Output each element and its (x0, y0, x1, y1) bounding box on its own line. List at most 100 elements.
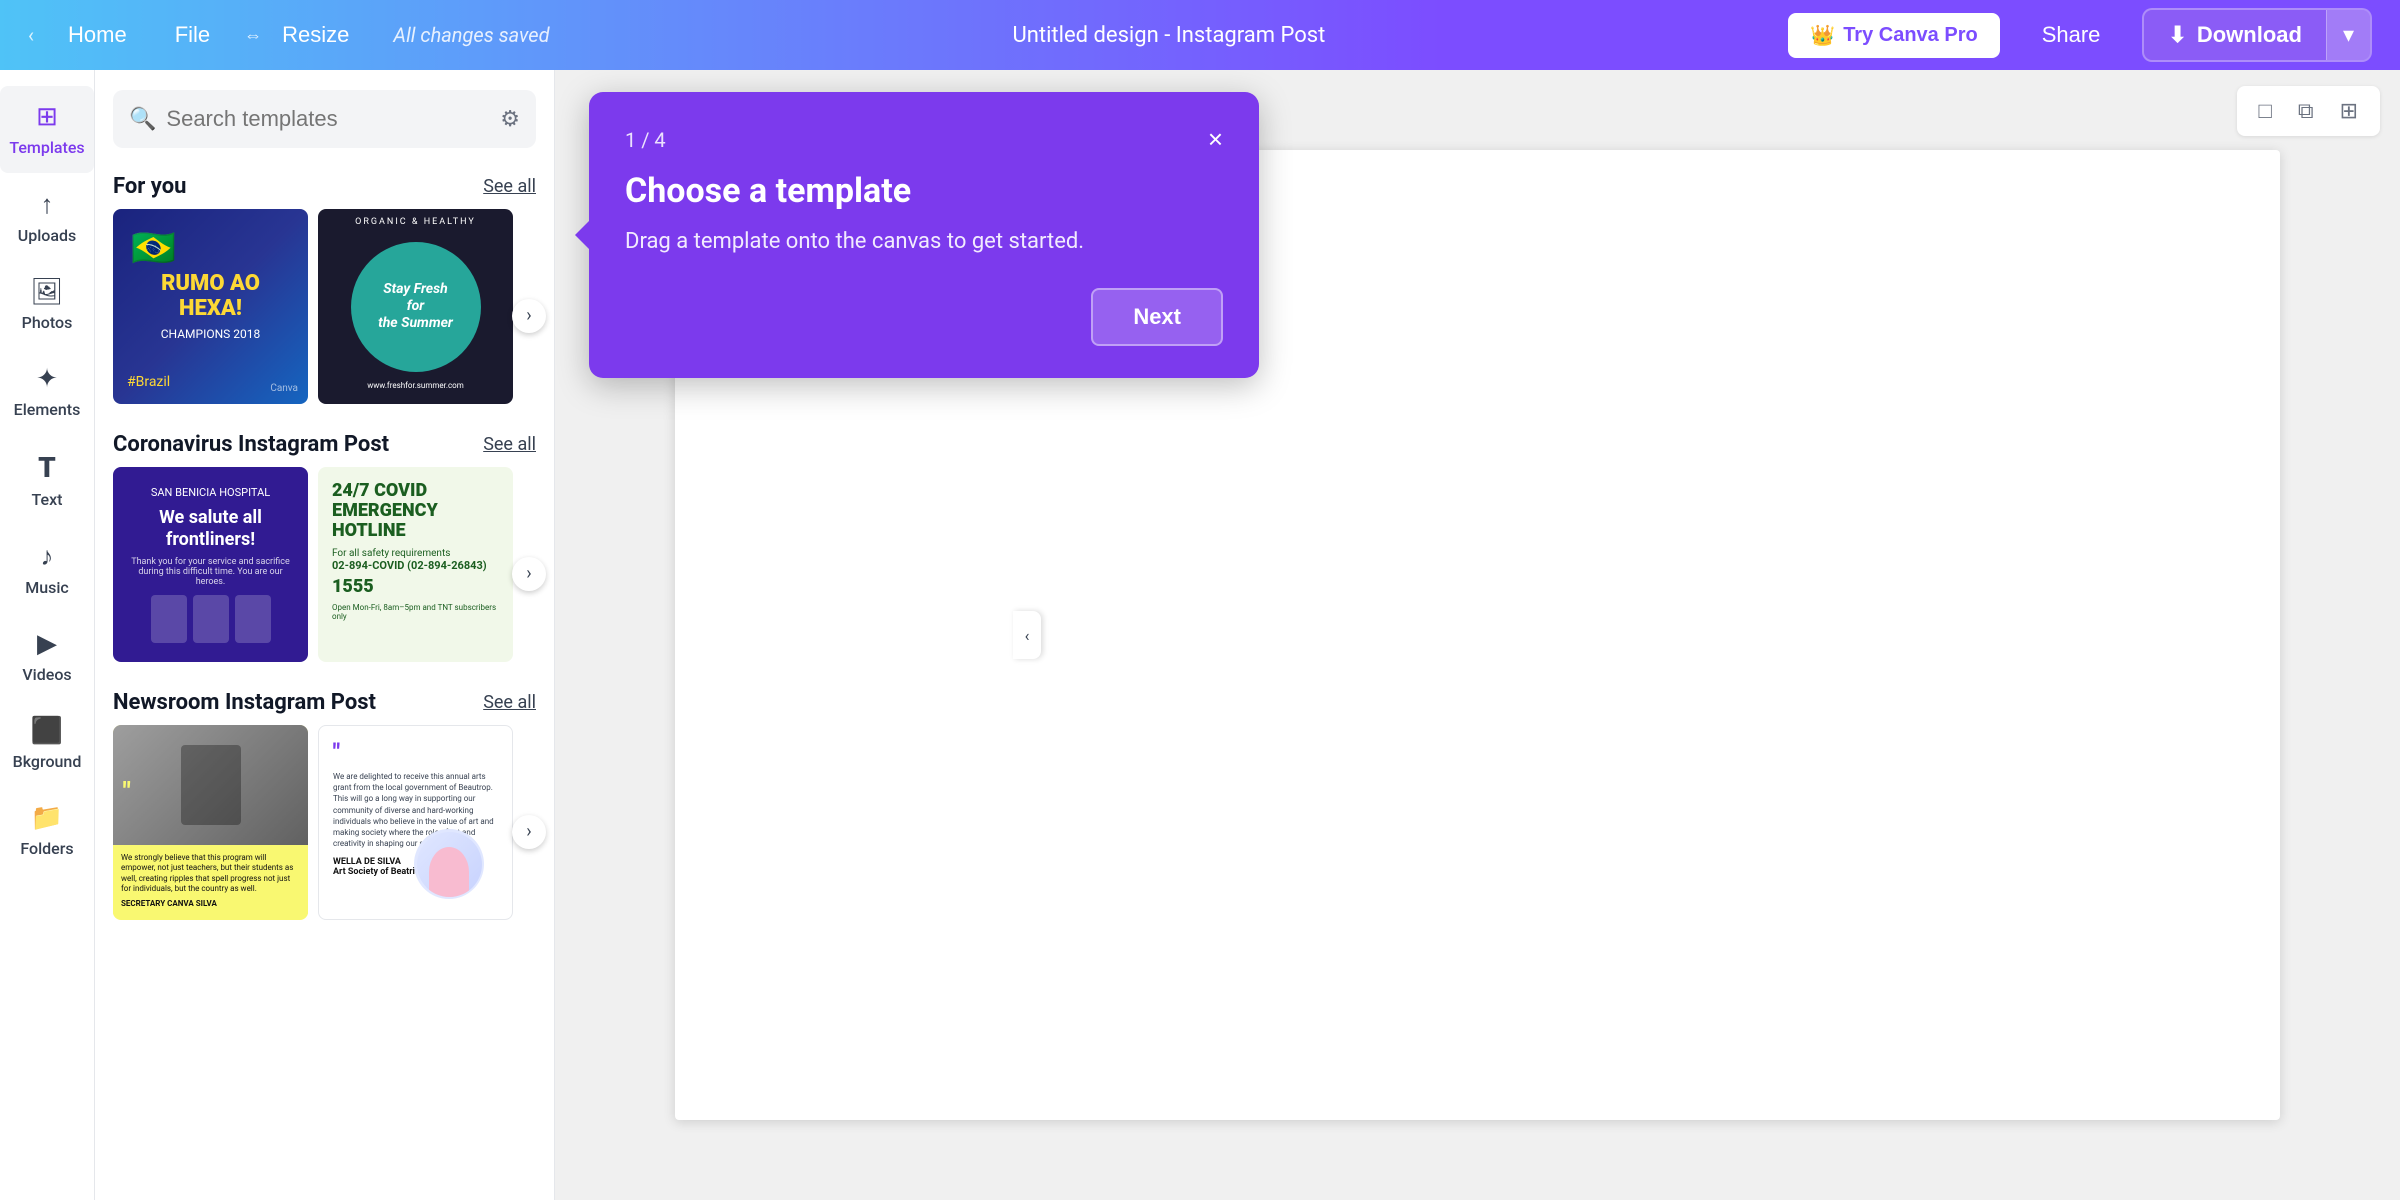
for-you-header: For you See all (95, 164, 554, 209)
covid2-hotline: For all safety requirements (332, 548, 499, 559)
news1-quote-mark: " (123, 777, 131, 805)
popup-top: 1 / 4 × (625, 124, 1223, 155)
templates-icon: ⊞ (36, 102, 58, 132)
topbar: ‹ Home File ⇔ Resize All changes saved U… (0, 0, 2400, 70)
back-chevron[interactable]: ‹ (28, 23, 34, 47)
covid2-alt-number: 1555 (332, 576, 499, 597)
search-input[interactable] (166, 106, 490, 132)
popup-next-button[interactable]: Next (1091, 288, 1223, 346)
popup-description: Drag a template onto the canvas to get s… (625, 227, 1223, 258)
template-newsroom-1[interactable]: " We strongly believe that this program … (113, 725, 308, 920)
newsroom-row: " We strongly believe that this program … (95, 725, 554, 938)
share-button[interactable]: Share (2020, 12, 2123, 58)
sidebar-item-folders[interactable]: 📁 Folders (0, 787, 94, 874)
elements-icon: ✦ (36, 364, 58, 394)
sidebar-item-music[interactable]: ♪ Music (0, 525, 94, 613)
sidebar-item-elements[interactable]: ✦ Elements (0, 348, 94, 435)
elements-label: Elements (14, 400, 81, 419)
template-covid-hotline[interactable]: 24/7 COVIDEMERGENCYHOTLINE For all safet… (318, 467, 513, 662)
template-brazil[interactable]: 🇧🇷 RUMO AOHEXA! CHAMPIONS 2018 #Brazil C… (113, 209, 308, 404)
download-caret-button[interactable]: ▾ (2326, 10, 2370, 60)
main-layout: ⊞ Templates ↑ Uploads 🖼 Photos ✦ Element… (0, 0, 2400, 1200)
covid-figure-3 (235, 595, 271, 643)
canva-watermark: Canva (270, 383, 298, 394)
onboarding-popup: 1 / 4 × Choose a template Drag a templat… (589, 92, 1259, 378)
uploads-icon: ↑ (41, 189, 54, 220)
search-icon: 🔍 (129, 107, 156, 132)
popup-actions: Next (625, 288, 1223, 346)
covid1-body: Thank you for your service and sacrifice… (127, 557, 294, 587)
file-button[interactable]: File (161, 16, 224, 54)
filter-icon[interactable]: ⚙ (500, 107, 520, 132)
folders-icon: 📁 (31, 803, 63, 833)
newsroom-see-all[interactable]: See all (483, 692, 536, 713)
sidebar-item-bkground[interactable]: ⬛ Bkground (0, 700, 94, 787)
news1-body: We strongly believe that this program wi… (121, 853, 300, 895)
bkground-label: Bkground (13, 752, 82, 771)
news2-quote-mark: " (333, 740, 498, 765)
popup-arrow (575, 221, 589, 249)
text-icon: T (38, 451, 56, 484)
popup-title: Choose a template (625, 171, 1223, 211)
covid2-headline: 24/7 COVIDEMERGENCYHOTLINE (332, 481, 499, 540)
popup-close-button[interactable]: × (1208, 124, 1223, 155)
uploads-label: Uploads (18, 226, 77, 245)
covid-figure-1 (151, 595, 187, 643)
brazil-sub: CHAMPIONS 2018 (161, 327, 261, 341)
coronavirus-arrow[interactable]: › (512, 557, 546, 591)
for-you-title: For you (113, 174, 186, 199)
for-you-arrow[interactable]: › (512, 299, 546, 333)
music-label: Music (25, 578, 69, 597)
coronavirus-header: Coronavirus Instagram Post See all (95, 422, 554, 467)
news2-avatar-circle (414, 829, 484, 899)
news1-text-area: We strongly believe that this program wi… (113, 845, 308, 916)
background-icon: ⬛ (31, 716, 63, 746)
fresh-footer: www.freshfor.summer.com (318, 381, 513, 390)
search-bar: 🔍 ⚙ (95, 70, 554, 164)
try-pro-button[interactable]: 👑 Try Canva Pro (1788, 13, 1999, 58)
coronavirus-title: Coronavirus Instagram Post (113, 432, 389, 457)
sidebar-item-text[interactable]: T Text (0, 435, 94, 525)
sidebar-item-templates[interactable]: ⊞ Templates (0, 86, 94, 173)
covid1-headline: We salute all frontliners! (127, 507, 294, 550)
covid1-figures (151, 595, 271, 643)
videos-label: Videos (22, 665, 71, 684)
text-label: Text (32, 490, 63, 509)
template-covid-frontline[interactable]: SAN BENICIA HOSPITAL We salute all front… (113, 467, 308, 662)
coronavirus-row: SAN BENICIA HOSPITAL We salute all front… (95, 467, 554, 680)
covid-figure-2 (193, 595, 229, 643)
newsroom-arrow[interactable]: › (512, 815, 546, 849)
coronavirus-see-all[interactable]: See all (483, 434, 536, 455)
download-icon: ⬇ (2168, 22, 2186, 48)
download-group: ⬇ Download ▾ (2142, 8, 2372, 62)
crown-icon: 👑 (1810, 23, 1835, 48)
for-you-see-all[interactable]: See all (483, 176, 536, 197)
resize-section: ⇔ Resize (244, 16, 363, 54)
canvas-toolbar: □ ⧉ ⊞ (2237, 86, 2380, 136)
canvas-tool-add-page[interactable]: □ (2251, 94, 2280, 128)
popup-step: 1 / 4 (625, 128, 666, 152)
for-you-row: 🇧🇷 RUMO AOHEXA! CHAMPIONS 2018 #Brazil C… (95, 209, 554, 422)
template-newsroom-2[interactable]: " We are delighted to receive this annua… (318, 725, 513, 920)
sidebar-item-videos[interactable]: ▶ Videos (0, 613, 94, 700)
document-title: Untitled design - Instagram Post (1012, 23, 1325, 48)
sidebar-item-uploads[interactable]: ↑ Uploads (0, 173, 94, 261)
photos-label: Photos (22, 313, 73, 332)
photos-icon: 🖼 (30, 277, 63, 307)
resize-button[interactable]: Resize (268, 16, 363, 54)
newsroom-title: Newsroom Instagram Post (113, 690, 376, 715)
canvas-tool-duplicate[interactable]: ⧉ (2290, 94, 2322, 128)
brazil-flag: 🇧🇷 (131, 227, 176, 269)
brazil-hash: #Brazil (127, 374, 170, 390)
search-input-wrap: 🔍 ⚙ (113, 90, 536, 148)
fresh-subtitle: ORGANIC & HEALTHY (318, 217, 513, 227)
template-fresh[interactable]: ORGANIC & HEALTHY Stay Freshforthe Summe… (318, 209, 513, 404)
sidebar-item-photos[interactable]: 🖼 Photos (0, 261, 94, 348)
home-button[interactable]: Home (54, 16, 141, 54)
collapse-panel-button[interactable]: ‹ (1013, 611, 1041, 659)
canvas-tool-grid[interactable]: ⊞ (2332, 94, 2366, 128)
covid1-hospital: SAN BENICIA HOSPITAL (151, 486, 270, 499)
fresh-circle: Stay Freshforthe Summer (351, 242, 481, 372)
videos-icon: ▶ (37, 629, 57, 659)
download-button[interactable]: ⬇ Download (2144, 10, 2326, 60)
